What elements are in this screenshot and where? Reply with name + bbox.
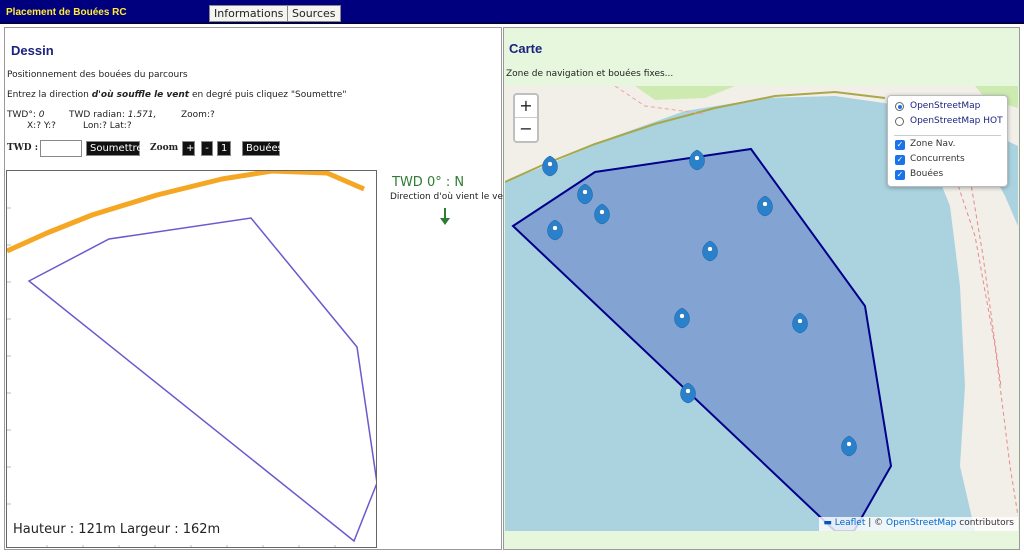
ukraine-flag-icon: ▬ (823, 518, 832, 528)
twd-deg-info: TWD°: 0 (7, 110, 44, 120)
lonlat-info: Lon:? Lat:? (83, 121, 132, 131)
twd-deg-value: 0 (38, 110, 45, 120)
instruction-pre: Entrez la direction (7, 90, 92, 100)
leaflet-link[interactable]: Leaflet (835, 518, 866, 528)
wind-direction-label: Direction d'où vient le vent (390, 192, 513, 202)
instruction-emphasis: d'où souffle le vent (91, 90, 190, 100)
buoys-button[interactable]: Bouées (242, 141, 283, 156)
dessin-panel: Dessin Positionnement des bouées du parc… (4, 27, 512, 550)
attribution-tail: contributors (956, 518, 1014, 528)
instruction-post: en degré puis cliquez "Soumettre" (189, 90, 347, 100)
dimensions-caption: Hauteur : 121m Largeur : 162m (13, 522, 221, 537)
twd-display: TWD 0° : N (392, 175, 465, 190)
map-zoom-control: + − (513, 93, 539, 143)
carte-title: Carte (509, 41, 543, 56)
attribution-separator: | © (865, 518, 887, 528)
overlay-concurrents-label: Concurrents (910, 154, 965, 164)
twd-controls: TWD : Soumettre Zoom + - 1 Bouées (7, 140, 307, 158)
sources-button[interactable]: Sources (287, 5, 341, 22)
twd-rad-value: 1.571, (127, 110, 157, 120)
carte-subtitle: Zone de navigation et bouées fixes... (506, 69, 674, 79)
buoy-marker (689, 149, 705, 171)
app-title: Placement de Bouées RC (6, 7, 127, 18)
course-line (7, 171, 365, 254)
overlay-zone-nav-label: Zone Nav. (910, 139, 956, 149)
carte-panel: Carte Zone de navigation et bouées fixes… (503, 27, 1020, 550)
radio-selected-icon[interactable] (895, 102, 904, 111)
zoom-info: Zoom:? (181, 110, 215, 120)
zoom-out-button[interactable]: - (201, 141, 213, 156)
informations-button[interactable]: Informations (209, 5, 289, 22)
osm-link[interactable]: OpenStreetMap (886, 518, 956, 528)
twd-input[interactable] (40, 140, 82, 157)
submit-button[interactable]: Soumettre (86, 141, 143, 156)
drawing-svg (7, 171, 376, 547)
checkbox-checked-icon[interactable]: ✓ (895, 140, 905, 150)
twd-label: TWD : (7, 143, 39, 153)
ruler-ticks (7, 207, 336, 547)
wind-arrow-icon (440, 208, 450, 225)
checkbox-checked-icon[interactable]: ✓ (895, 170, 905, 180)
twd-rad-info: TWD radian: 1.571, (69, 110, 156, 120)
xy-info: X:? Y:? (27, 121, 56, 131)
twd-deg-label: TWD°: (7, 110, 39, 120)
map-zoom-in-button[interactable]: + (515, 95, 537, 118)
radio-icon[interactable] (895, 117, 904, 126)
checkbox-checked-icon[interactable]: ✓ (895, 155, 905, 165)
leaflet-map[interactable]: + − OpenStreetMap OpenStreetMap HOT ✓ Zo… (505, 86, 1018, 531)
dessin-title: Dessin (11, 43, 54, 58)
top-bar: Placement de Bouées RC Informations Sour… (0, 0, 1024, 24)
layers-divider (894, 135, 1001, 136)
zoom-in-button[interactable]: + (182, 141, 195, 156)
dessin-subtitle: Positionnement des bouées du parcours (7, 70, 188, 80)
map-zoom-out-button[interactable]: − (515, 118, 537, 141)
layer-osm-label: OpenStreetMap (910, 101, 981, 111)
navigation-zone-outline (27, 217, 376, 543)
overlay-bouees-label: Bouées (910, 169, 944, 179)
map-attribution: ▬ Leaflet | © OpenStreetMap contributors (819, 517, 1018, 531)
layer-osm-hot-label: OpenStreetMap HOT (910, 116, 1003, 126)
layers-control: OpenStreetMap OpenStreetMap HOT ✓ Zone N… (887, 95, 1008, 187)
drawing-canvas[interactable]: Hauteur : 121m Largeur : 162m (6, 170, 377, 548)
twd-rad-label: TWD radian: (69, 110, 128, 120)
zoom-reset-button[interactable]: 1 (217, 141, 231, 156)
wind-instruction: Entrez la direction d'où souffle le vent… (7, 90, 346, 100)
zoom-label: Zoom (150, 143, 179, 153)
nav-zone-polygon (511, 147, 893, 531)
